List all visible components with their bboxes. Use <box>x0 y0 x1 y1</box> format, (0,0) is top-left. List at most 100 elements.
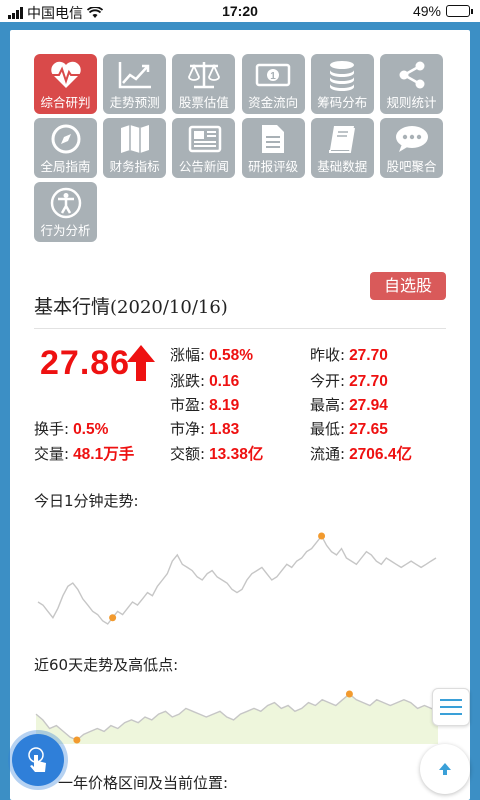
quote-value: 1.83 <box>209 421 240 438</box>
tool-tile[interactable]: 行为分析 <box>34 182 97 242</box>
quote-pb: 市净: 1.83 <box>170 418 239 439</box>
tap-hand-icon <box>28 747 46 772</box>
quote-low: 最低: 27.65 <box>310 418 388 439</box>
tool-label: 规则统计 <box>386 95 437 110</box>
tool-label: 综合研判 <box>40 95 91 110</box>
tool-tile[interactable]: 股吧聚合 <box>380 118 443 178</box>
status-bar: 中国电信 17:20 49% <box>0 0 480 22</box>
quote-label: 市盈: <box>170 396 206 414</box>
tool-tile[interactable]: 规则统计 <box>380 54 443 114</box>
quote-value: 0.58% <box>209 347 254 364</box>
tool-label: 股吧聚合 <box>386 159 437 174</box>
quote-volume: 交量: 48.1万手 <box>34 442 134 464</box>
section-date: (2020/10/16) <box>110 297 228 318</box>
coin-stack-icon <box>311 58 374 92</box>
svg-text:1: 1 <box>270 71 276 82</box>
tool-label: 筹码分布 <box>317 95 368 110</box>
quote-label: 交量: <box>34 445 70 463</box>
tool-tile[interactable]: 综合研判 <box>34 54 97 114</box>
quote-value: 27.70 <box>349 347 388 364</box>
tool-tile[interactable]: 研报评级 <box>241 118 305 178</box>
quote-value: 0.5% <box>73 421 109 438</box>
add-favorite-button[interactable]: 自选股 <box>370 272 446 300</box>
quote-label: 昨收: <box>310 346 346 364</box>
tool-label: 基础数据 <box>317 159 368 174</box>
assistive-touch-button[interactable] <box>12 734 64 786</box>
chat-bubble-icon <box>380 122 443 156</box>
quote-value: 8.19 <box>209 397 240 414</box>
high-point-marker <box>345 690 353 698</box>
quote-value: 0.16 <box>209 373 240 390</box>
scroll-top-button[interactable] <box>420 744 470 794</box>
tool-label: 财务指标 <box>109 159 160 174</box>
menu-icon-bar <box>440 706 462 708</box>
quote-turnover: 换手: 0.5% <box>34 418 108 439</box>
tool-tile[interactable]: 股票估值 <box>172 54 236 114</box>
quote-label: 市净: <box>170 420 206 438</box>
current-price: 27.86 <box>40 344 131 382</box>
quote-label: 换手: <box>34 420 70 438</box>
quote-label: 今开: <box>310 372 346 390</box>
battery-percent: 49% <box>412 3 441 19</box>
menu-button[interactable] <box>432 688 470 726</box>
quote-label: 最高: <box>310 396 346 414</box>
low-point-marker <box>109 614 117 622</box>
compass-icon <box>34 122 97 156</box>
section-title-text: 基本行情 <box>34 296 111 318</box>
tool-tile[interactable]: 公告新闻 <box>172 118 236 178</box>
day60-trend-chart <box>35 690 439 744</box>
tool-label: 走势预测 <box>109 95 160 110</box>
quote-value: 2706.4亿 <box>349 446 412 463</box>
balance-scale-icon <box>172 58 235 92</box>
quote-value: 27.94 <box>349 397 388 414</box>
day60-chart-title: 近60天走势及高低点: <box>34 656 179 674</box>
quote-open: 今开: 27.70 <box>310 370 388 391</box>
tool-label: 资金流向 <box>248 95 299 110</box>
quote-prev-close: 昨收: 27.70 <box>310 344 388 365</box>
tool-label: 全局指南 <box>40 159 91 174</box>
tool-tile[interactable]: 走势预测 <box>103 54 167 114</box>
banknote-icon: 1 <box>242 58 305 92</box>
section-title: 基本行情(2020/10/16) <box>34 292 228 319</box>
minute-chart-title: 今日1分钟走势: <box>34 492 139 510</box>
tool-tile[interactable]: 基础数据 <box>310 118 374 178</box>
tool-tile[interactable]: 全局指南 <box>34 118 97 178</box>
trend-chart-icon <box>103 58 166 92</box>
chart-area <box>36 694 438 744</box>
quote-change: 涨跌: 0.16 <box>170 370 239 391</box>
next-section-title: 一年价格区间及当前位置: <box>58 774 229 792</box>
newspaper-icon <box>172 122 235 156</box>
clock: 17:20 <box>222 3 258 19</box>
minute-trend-chart <box>37 532 437 625</box>
main-panel: 综合研判 走势预测 股票估值 1 资金流向 筹码分布 规则统计全局指南 财务指标 公告新闻 研报评… <box>10 30 470 800</box>
map-icon <box>103 122 166 156</box>
battery-indicator: 49% <box>412 3 473 19</box>
tool-label: 行为分析 <box>40 223 91 238</box>
tool-label: 股票估值 <box>178 95 229 110</box>
quote-value: 48.1万手 <box>73 446 135 463</box>
high-point-marker <box>318 532 326 540</box>
tool-label: 研报评级 <box>248 159 299 174</box>
quote-label: 最低: <box>310 420 346 438</box>
arrow-up-icon <box>439 763 451 775</box>
share-nodes-icon <box>380 58 443 92</box>
quote-high: 最高: 27.94 <box>310 394 388 415</box>
quote-value: 27.65 <box>349 421 388 438</box>
menu-icon-bar <box>440 713 462 715</box>
tool-tile[interactable]: 1 资金流向 <box>241 54 305 114</box>
quote-label: 涨跌: <box>170 372 206 390</box>
quote-value: 13.38亿 <box>209 446 264 463</box>
quote-label: 交额: <box>170 445 206 463</box>
tool-tile[interactable]: 财务指标 <box>103 118 167 178</box>
battery-icon <box>446 5 473 17</box>
accessibility-icon <box>34 186 97 220</box>
quote-value: 27.70 <box>349 373 388 390</box>
quote-float-cap: 流通: 2706.4亿 <box>310 442 412 464</box>
tool-tile[interactable]: 筹码分布 <box>310 54 374 114</box>
tool-label: 公告新闻 <box>178 159 229 174</box>
document-icon <box>242 122 305 156</box>
quote-amount: 交额: 13.38亿 <box>170 442 263 464</box>
up-arrow-icon <box>127 345 155 381</box>
heart-pulse-icon <box>34 58 97 92</box>
quote-label: 涨幅: <box>170 346 206 364</box>
